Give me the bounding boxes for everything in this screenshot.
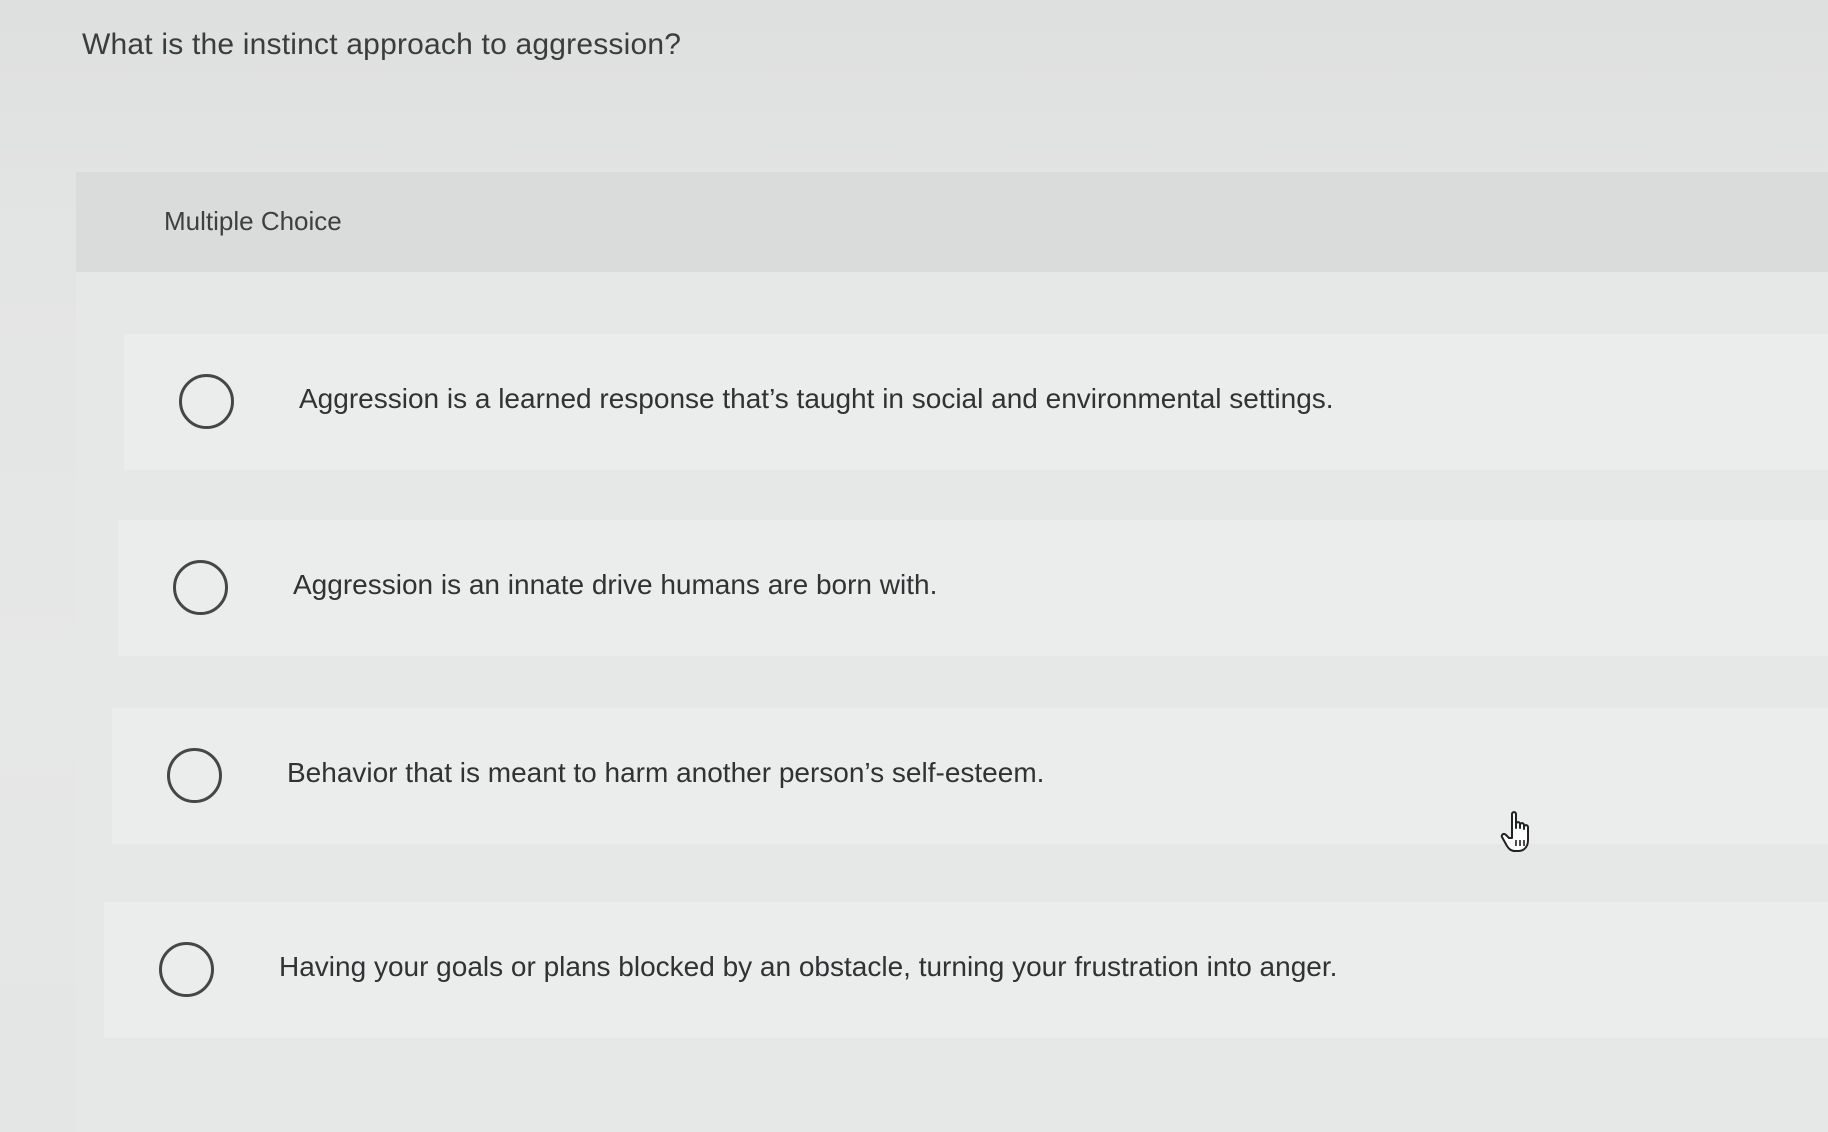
radio-button-2[interactable] bbox=[173, 560, 228, 615]
radio-button-3[interactable] bbox=[167, 748, 222, 803]
multiple-choice-label: Multiple Choice bbox=[164, 206, 342, 236]
hand-pointer-icon bbox=[1500, 810, 1538, 854]
multiple-choice-header: Multiple Choice bbox=[76, 172, 1828, 272]
question-text: What is the instinct approach to aggress… bbox=[82, 28, 682, 61]
answer-option-1-label: Aggression is a learned response that’s … bbox=[299, 383, 1334, 414]
answer-option-3-label: Behavior that is meant to harm another p… bbox=[287, 757, 1045, 788]
answer-option-3[interactable]: Behavior that is meant to harm another p… bbox=[112, 708, 1828, 844]
answer-option-4-label: Having your goals or plans blocked by an… bbox=[279, 951, 1338, 982]
answer-option-1[interactable]: Aggression is a learned response that’s … bbox=[124, 334, 1828, 470]
answer-option-4[interactable]: Having your goals or plans blocked by an… bbox=[104, 902, 1828, 1038]
answer-option-2[interactable]: Aggression is an innate drive humans are… bbox=[118, 520, 1828, 656]
answer-option-2-label: Aggression is an innate drive humans are… bbox=[293, 569, 938, 600]
radio-button-4[interactable] bbox=[159, 942, 214, 997]
radio-button-1[interactable] bbox=[179, 374, 234, 429]
